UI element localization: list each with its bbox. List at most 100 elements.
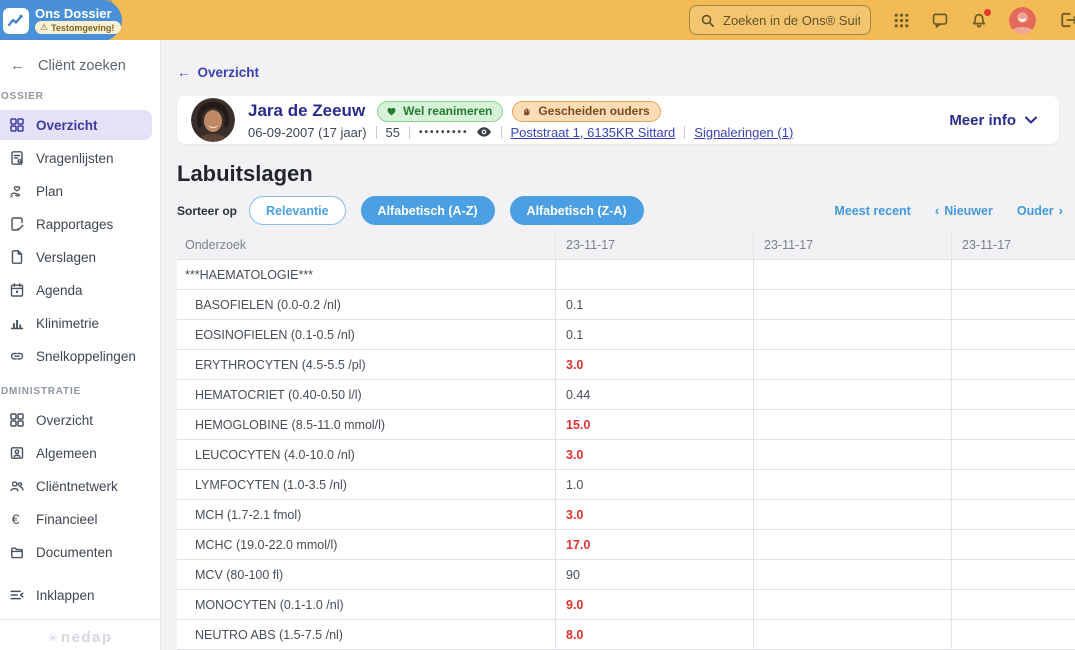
- sidebar: ← Cliënt zoeken DossierOverzichtVragenli…: [0, 40, 161, 650]
- sidebar-item-verslagen[interactable]: Verslagen: [0, 242, 152, 272]
- svg-text:€: €: [12, 511, 20, 527]
- column-header: 23-11-17: [555, 230, 753, 259]
- chat-icon[interactable]: [931, 11, 949, 29]
- back-arrow-icon: ←: [10, 57, 25, 74]
- sidebar-item-rapportages[interactable]: Rapportages: [0, 209, 152, 239]
- sidebar-section-dossier: DossierOverzichtVragenlijstenPlanRapport…: [0, 91, 160, 371]
- breadcrumb[interactable]: ← Overzicht: [177, 65, 259, 80]
- sidebar-item-label: Agenda: [36, 283, 83, 298]
- notifications-bell-icon[interactable]: [970, 11, 988, 29]
- logout-icon[interactable]: [1057, 11, 1075, 29]
- sidebar-item-agenda[interactable]: Agenda: [0, 275, 152, 305]
- signals-link[interactable]: Signaleringen (1): [694, 125, 793, 140]
- table-row: LEUCOCYTEN (4.0-10.0 /nl)3.0: [177, 440, 1075, 470]
- sidebar-item-overzicht[interactable]: Overzicht: [0, 405, 152, 435]
- report-edit-icon: [9, 216, 25, 232]
- sort-button-alfabetisch-a-z[interactable]: Alfabetisch (A-Z): [361, 196, 495, 225]
- warning-icon: ⚠: [40, 22, 48, 33]
- lab-value: [951, 380, 1075, 409]
- sidebar-item-klinimetrie[interactable]: Klinimetrie: [0, 308, 152, 338]
- lab-value: [753, 440, 951, 469]
- sidebar-collapse[interactable]: Inklappen: [0, 580, 152, 610]
- sidebar-item-algemeen[interactable]: Algemeen: [0, 438, 152, 468]
- sidebar-item-label: Algemeen: [36, 446, 97, 461]
- sort-button-alfabetisch-z-a[interactable]: Alfabetisch (Z-A): [510, 196, 644, 225]
- lab-value: [951, 500, 1075, 529]
- patient-birthdate: 06-09-2007 (17 jaar): [248, 125, 367, 140]
- sidebar-item-plan[interactable]: Plan: [0, 176, 152, 206]
- patient-badge-wel-reanimeren: Wel reanimeren: [377, 101, 503, 122]
- newer-link[interactable]: ‹Nieuwer: [935, 203, 993, 218]
- lab-value: [753, 590, 951, 619]
- client-search-back[interactable]: ← Cliënt zoeken: [0, 40, 160, 76]
- client-search-label: Cliënt zoeken: [38, 58, 126, 74]
- lab-test-name: LYMFOCYTEN (1.0-3.5 /nl): [177, 470, 555, 499]
- suite-search[interactable]: [689, 5, 871, 35]
- sidebar-item-clientnetwerk[interactable]: Cliëntnetwerk: [0, 471, 152, 501]
- sidebar-item-vragenlijsten[interactable]: Vragenlijsten: [0, 143, 152, 173]
- sidebar-sections: DossierOverzichtVragenlijstenPlanRapport…: [0, 91, 160, 567]
- lab-value: [951, 590, 1075, 619]
- nedap-logo: ✳nedap: [0, 620, 160, 646]
- bar-chart-icon: [9, 315, 25, 331]
- lab-value: [951, 440, 1075, 469]
- lab-test-name: MCV (80-100 fl): [177, 560, 555, 589]
- older-link[interactable]: Ouder›: [1017, 203, 1063, 218]
- lab-value: 9.0: [555, 590, 753, 619]
- sidebar-item-label: Overzicht: [36, 118, 98, 133]
- sidebar-item-overzicht[interactable]: Overzicht: [0, 110, 152, 140]
- lab-value: [555, 260, 753, 289]
- lab-value: 8.0: [555, 620, 753, 649]
- apps-grid-icon[interactable]: [892, 11, 910, 29]
- patient-address-link[interactable]: Poststraat 1, 6135KR Sittard: [511, 125, 676, 140]
- sidebar-item-label: Rapportages: [36, 217, 113, 232]
- column-header: Onderzoek: [177, 230, 555, 259]
- lab-value: [951, 470, 1075, 499]
- sidebar-item-financieel[interactable]: €Financieel: [0, 504, 152, 534]
- patient-photo: [191, 98, 235, 142]
- table-row: MCH (1.7-2.1 fmol)3.0: [177, 500, 1075, 530]
- sidebar-section-administratie: AdministratieOverzichtAlgemeenCliëntnetw…: [0, 386, 160, 567]
- lab-test-name: ERYTHROCYTEN (4.5-5.5 /pl): [177, 350, 555, 379]
- sort-button-relevantie[interactable]: Relevantie: [249, 196, 346, 225]
- patient-badge-gescheiden-ouders: Gescheiden ouders: [512, 101, 660, 122]
- table-row: ERYTHROCYTEN (4.5-5.5 /pl)3.0: [177, 350, 1075, 380]
- lab-value: 3.0: [555, 440, 753, 469]
- lab-value: [753, 290, 951, 319]
- most-recent-link[interactable]: Meest recent: [834, 204, 910, 218]
- table-row: MCV (80-100 fl)90: [177, 560, 1075, 590]
- link-icon: [9, 348, 25, 364]
- lab-table-body: ***HAEMATOLOGIE***BASOFIELEN (0.0-0.2 /n…: [177, 260, 1075, 650]
- lab-test-name: NEUTRO ABS (1.5-7.5 /nl): [177, 620, 555, 649]
- table-row: HEMOGLOBINE (8.5-11.0 mmol/l)15.0: [177, 410, 1075, 440]
- lab-value: [753, 560, 951, 589]
- column-header: 23-11-17: [753, 230, 951, 259]
- lab-value: [753, 410, 951, 439]
- table-row: MCHC (19.0-22.0 mmol/l)17.0: [177, 530, 1075, 560]
- table-row: LYMFOCYTEN (1.0-3.5 /nl)1.0: [177, 470, 1075, 500]
- table-row: NEUTRO ABS (1.5-7.5 /nl)8.0: [177, 620, 1075, 650]
- masked-value: •••••••••: [419, 127, 469, 138]
- sidebar-item-snelkoppelingen[interactable]: Snelkoppelingen: [0, 341, 152, 371]
- sidebar-item-label: Snelkoppelingen: [36, 349, 136, 364]
- search-input[interactable]: [723, 13, 860, 28]
- sidebar-item-label: Plan: [36, 184, 63, 199]
- people-icon: [9, 478, 25, 494]
- sidebar-item-label: Klinimetrie: [36, 316, 99, 331]
- app-logo[interactable]: Ons Dossier ⚠Testomgeving!: [0, 0, 122, 40]
- lab-test-name: EOSINOFIELEN (0.1-0.5 /nl): [177, 320, 555, 349]
- sort-label: Sorteer op: [177, 204, 237, 218]
- table-row: HEMATOCRIET (0.40-0.50 l/l)0.44: [177, 380, 1075, 410]
- lab-value: 90: [555, 560, 753, 589]
- divider: [409, 126, 410, 139]
- lab-value: [951, 260, 1075, 289]
- sidebar-item-documenten[interactable]: Documenten: [0, 537, 152, 567]
- document-icon: [9, 249, 25, 265]
- lab-value: [753, 350, 951, 379]
- user-avatar[interactable]: [1009, 7, 1036, 34]
- more-info-button[interactable]: Meer info: [949, 112, 1037, 129]
- collapse-label: Inklappen: [36, 588, 95, 603]
- eye-icon[interactable]: [476, 126, 492, 138]
- lab-value: [753, 530, 951, 559]
- hand-heart-icon: [9, 183, 25, 199]
